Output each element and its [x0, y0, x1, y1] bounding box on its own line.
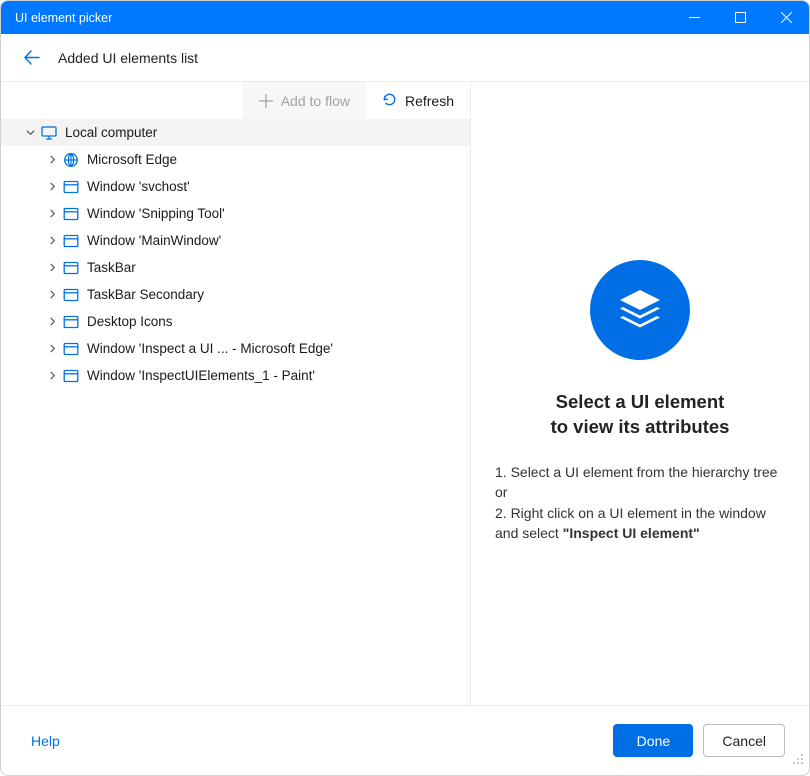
- done-button[interactable]: Done: [613, 724, 693, 757]
- window-title: UI element picker: [15, 11, 112, 25]
- window-controls: [671, 1, 809, 34]
- tree-item[interactable]: TaskBar Secondary: [1, 281, 470, 308]
- page-title: Added UI elements list: [58, 50, 198, 66]
- tree-item-label: Desktop Icons: [87, 314, 173, 329]
- tree-item[interactable]: Window 'Snipping Tool': [1, 200, 470, 227]
- tree-item[interactable]: Window 'InspectUIElements_1 - Paint': [1, 362, 470, 389]
- tree-item-label: Window 'svchost': [87, 179, 190, 194]
- window-icon: [63, 314, 79, 330]
- window-icon: [63, 260, 79, 276]
- chevron-right-icon[interactable]: [45, 315, 59, 329]
- chevron-right-icon[interactable]: [45, 234, 59, 248]
- plus-icon: [259, 94, 273, 108]
- refresh-icon: [382, 92, 397, 110]
- toolbar: Add to flow Refresh: [1, 82, 470, 119]
- tree-item-label: Window 'InspectUIElements_1 - Paint': [87, 368, 315, 383]
- placeholder-steps: 1. Select a UI element from the hierarch…: [495, 462, 785, 543]
- body: Add to flow Refresh Loca: [1, 82, 809, 705]
- globe-icon: [63, 152, 79, 168]
- page-header: Added UI elements list: [1, 34, 809, 82]
- left-pane: Add to flow Refresh Loca: [1, 82, 471, 705]
- minimize-button[interactable]: [671, 1, 717, 34]
- placeholder-title: Select a UI element to view its attribut…: [551, 390, 730, 440]
- tree-item-label: TaskBar: [87, 260, 136, 275]
- layers-icon: [590, 260, 690, 360]
- maximize-button[interactable]: [717, 1, 763, 34]
- window-icon: [63, 233, 79, 249]
- placeholder-step-1: 1. Select a UI element from the hierarch…: [495, 462, 785, 503]
- chevron-right-icon[interactable]: [45, 369, 59, 383]
- arrow-left-icon: [23, 49, 40, 66]
- tree-item[interactable]: Window 'svchost': [1, 173, 470, 200]
- window-icon: [63, 341, 79, 357]
- tree-item-label: Microsoft Edge: [87, 152, 177, 167]
- window-icon: [63, 179, 79, 195]
- titlebar: UI element picker: [1, 1, 809, 34]
- app-window: UI element picker Added UI elements list: [0, 0, 810, 776]
- refresh-button[interactable]: Refresh: [366, 82, 470, 119]
- window-icon: [63, 368, 79, 384]
- tree-item-label: TaskBar Secondary: [87, 287, 204, 302]
- chevron-right-icon[interactable]: [45, 288, 59, 302]
- add-to-flow-button: Add to flow: [243, 82, 366, 119]
- tree-root[interactable]: Local computer: [1, 119, 470, 146]
- placeholder-step-2: 2. Right click on a UI element in the wi…: [495, 503, 785, 544]
- chevron-right-icon[interactable]: [45, 261, 59, 275]
- maximize-icon: [735, 12, 746, 23]
- chevron-right-icon[interactable]: [45, 207, 59, 221]
- right-pane: Select a UI element to view its attribut…: [471, 82, 809, 705]
- refresh-label: Refresh: [405, 93, 454, 109]
- tree-item[interactable]: Desktop Icons: [1, 308, 470, 335]
- footer: Help Done Cancel: [1, 705, 809, 775]
- tree-item-label: Window 'Inspect a UI ... - Microsoft Edg…: [87, 341, 333, 356]
- tree-item-label: Window 'MainWindow': [87, 233, 221, 248]
- close-button[interactable]: [763, 1, 809, 34]
- help-link[interactable]: Help: [31, 733, 60, 749]
- chevron-right-icon[interactable]: [45, 153, 59, 167]
- placeholder-title-line1: Select a UI element: [556, 391, 725, 412]
- monitor-icon: [41, 125, 57, 141]
- tree-item[interactable]: Window 'Inspect a UI ... - Microsoft Edg…: [1, 335, 470, 362]
- tree-item-label: Window 'Snipping Tool': [87, 206, 225, 221]
- window-icon: [63, 206, 79, 222]
- chevron-right-icon[interactable]: [45, 180, 59, 194]
- close-icon: [781, 12, 792, 23]
- tree-root-label: Local computer: [65, 125, 157, 140]
- window-icon: [63, 287, 79, 303]
- tree-item[interactable]: Microsoft Edge: [1, 146, 470, 173]
- tree-item[interactable]: TaskBar: [1, 254, 470, 281]
- tree-item[interactable]: Window 'MainWindow': [1, 227, 470, 254]
- placeholder-title-line2: to view its attributes: [551, 416, 730, 437]
- cancel-button[interactable]: Cancel: [703, 724, 785, 757]
- tree[interactable]: Local computer Microsoft Edge Window 'svc…: [1, 119, 470, 705]
- chevron-right-icon[interactable]: [45, 342, 59, 356]
- back-button[interactable]: [23, 49, 40, 66]
- chevron-down-icon[interactable]: [23, 126, 37, 140]
- minimize-icon: [689, 12, 700, 23]
- add-to-flow-label: Add to flow: [281, 93, 350, 109]
